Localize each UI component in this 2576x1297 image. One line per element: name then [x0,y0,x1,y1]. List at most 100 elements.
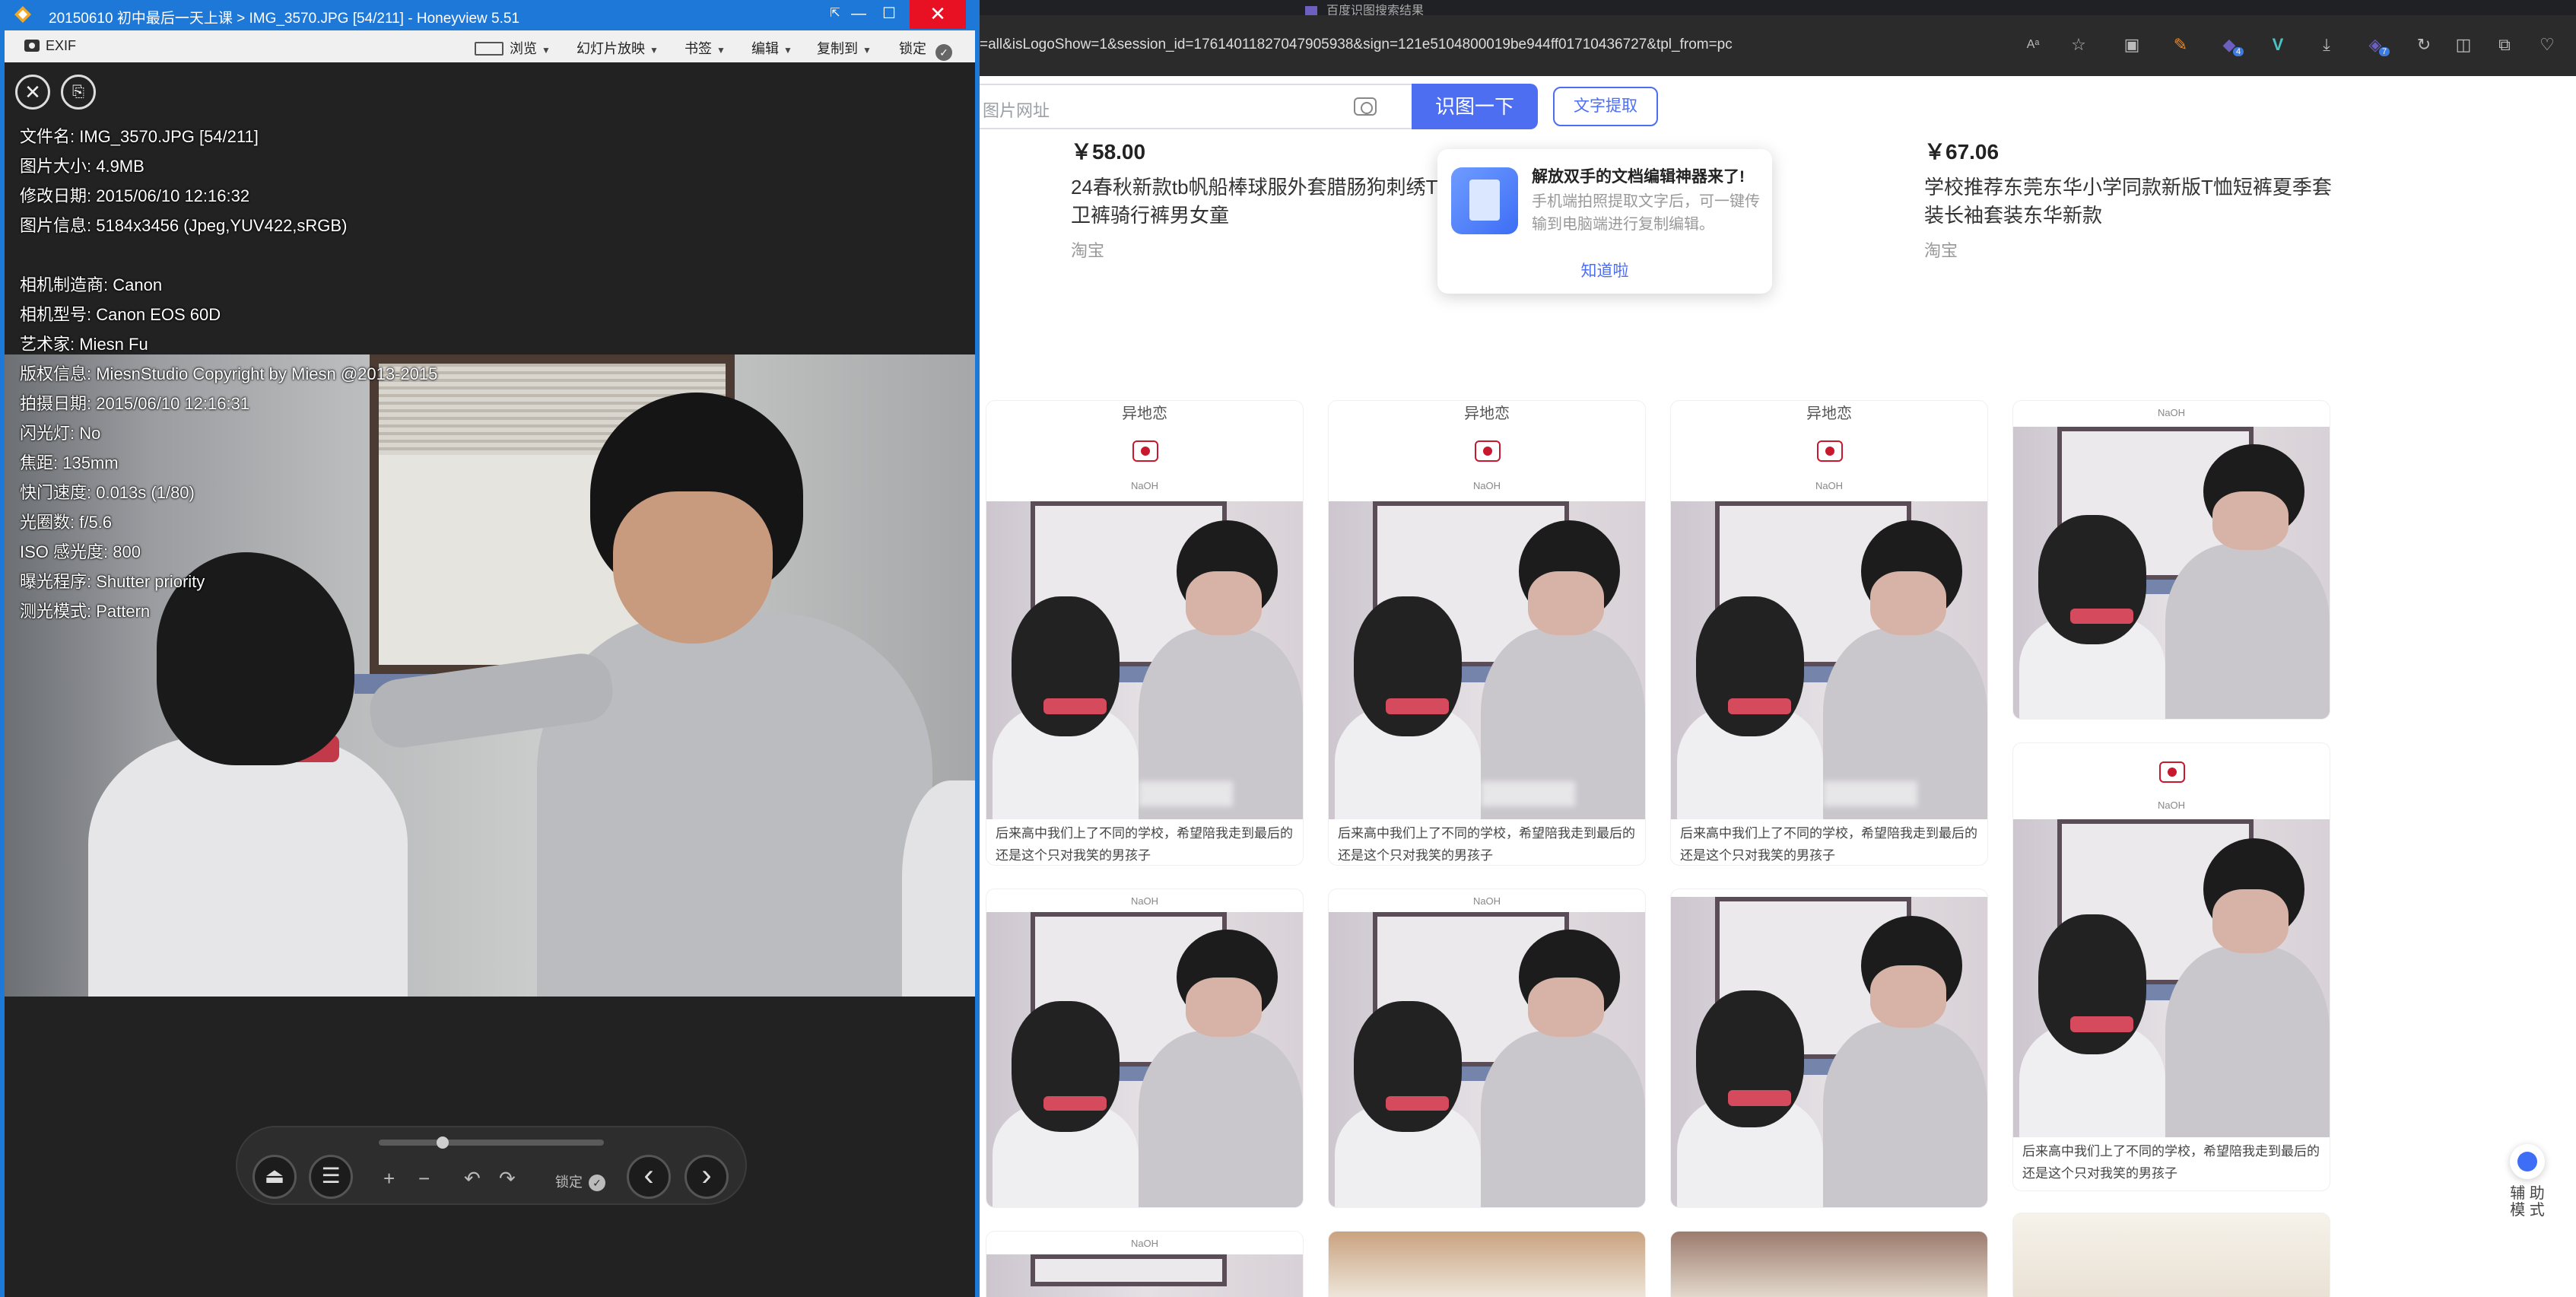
collections-icon[interactable]: ⧉ [2493,33,2516,56]
result-card[interactable]: 异地恋 NaOH 后来高中我们上了不同的学校，希望陪我走到最后的还是这个只对我笑… [986,400,1304,866]
image-viewport[interactable]: ✕ ⎘ 文件名: IMG_3570.JPG [54/211] 图片大小: 4.9… [5,62,975,1297]
lock-toggle[interactable]: 锁定 ✓ [555,1171,605,1191]
close-button[interactable]: ✕ [910,0,966,29]
exif-focal-length: 焦距: 135mm [20,453,119,472]
photo-girl [88,735,408,997]
exif-modified: 修改日期: 2015/06/10 12:16:32 [20,186,250,205]
copy-icon[interactable]: ⎘ [61,75,96,110]
card-image [2013,819,2330,1137]
prev-button[interactable]: ‹ [627,1155,671,1199]
result-card[interactable] [1328,1231,1646,1297]
assist-label-line2: 模 式 [2510,1202,2545,1219]
zoom-out-button[interactable]: − [418,1167,430,1191]
exif-image-info: 图片信息: 5184x3456 (Jpeg,YUV422,sRGB) [20,216,348,235]
menu-bookmark-label: 书签 [684,41,712,56]
extension-1-icon[interactable]: ▣ [2120,33,2143,56]
eject-button[interactable]: ⏏ [253,1155,297,1199]
favorite-star-icon[interactable]: ☆ [2067,33,2090,56]
menu-slideshow[interactable]: 幻灯片放映 ▼ [577,38,659,58]
close-icon[interactable]: ✕ [15,75,50,110]
menu-edit[interactable]: 编辑 ▼ [751,38,792,58]
result-card[interactable]: NaOH [986,889,1304,1208]
card-image [1329,501,1645,819]
menu-copy-to[interactable]: 复制到 ▼ [817,38,872,58]
split-screen-icon[interactable]: ◫ [2452,33,2475,56]
product-name[interactable]: 学校推荐东莞东华小学同款新版T恤短裤夏季套装长袖套装东华新款 [1924,173,2350,230]
product-item[interactable]: ￥67.06 学校推荐东莞东华小学同款新版T恤短裤夏季套装长袖套装东华新款 淘宝 [1924,135,2350,262]
card-image [986,912,1303,1207]
chevron-down-icon: ▼ [650,45,659,56]
result-card[interactable] [1670,1231,1988,1297]
exif-shutter: 快门速度: 0.013s (1/80) [20,483,195,502]
feature-popup: 解放双手的文档编辑神器来了! 手机端拍照提取文字后，可一键传输到电脑端进行复制编… [1437,149,1772,294]
product-name[interactable]: 24春秋新款tb帆船棒球服外套腊肠狗刺绣T恤袋卫裤骑行裤男女童 [1071,173,1497,230]
exif-date-taken: 拍摄日期: 2015/06/10 12:16:31 [20,394,250,413]
result-card[interactable]: NaOH [986,1231,1304,1297]
menu-bookmark[interactable]: 书签 ▼ [684,38,726,58]
exif-file-size: 图片大小: 4.9MB [20,157,145,176]
search-button[interactable]: 识图一下 [1412,84,1538,129]
result-card[interactable]: 异地恋 NaOH 后来高中我们上了不同的学校，希望陪我走到最后的还是这个只对我笑… [1670,400,1988,866]
maximize-button[interactable]: ☐ [875,0,904,29]
card-image [1329,912,1645,1207]
zoom-in-button[interactable]: + [383,1167,395,1191]
menu-lock[interactable]: 锁定 ✓ [899,38,952,61]
popup-ok-button[interactable]: 知道啦 [1437,259,1772,281]
minimize-button[interactable]: — [844,0,873,29]
card-image [986,1254,1303,1297]
menu-lock-label: 锁定 [899,41,926,56]
card-watermark: NaOH [1130,1238,1159,1249]
card-title: 异地恋 [1122,405,1167,422]
hello-kitty-icon [1475,440,1501,462]
window-title: 20150610 初中最后一天上课 > IMG_3570.JPG [54/211… [49,11,520,27]
exif-aperture: 光圈数: f/5.6 [20,513,113,532]
card-caption: 后来高中我们上了不同的学校，希望陪我走到最后的还是这个只对我笑的男孩子 [1338,826,1635,863]
next-button[interactable]: › [684,1155,729,1199]
lock-label: 锁定 [555,1175,583,1190]
card-image [986,501,1303,819]
extension-4-icon[interactable]: V [2266,33,2289,56]
page-slider[interactable] [379,1136,604,1149]
menu-browse[interactable]: 浏览 ▼ [475,38,551,58]
assist-mode-button[interactable]: 辅 助 模 式 [2493,1136,2562,1228]
exif-file-name: 文件名: IMG_3570.JPG [54/211] [20,127,259,146]
card-watermark: NaOH [1472,895,1501,907]
result-card[interactable] [1670,889,1988,1208]
address-bar: =all&isLogoShow=1&session_id=17614011827… [980,15,2576,76]
menu-copy-to-label: 复制到 [817,41,858,56]
result-card[interactable]: NaOH [2012,400,2330,720]
result-card[interactable]: NaOH [1328,889,1646,1208]
exif-toggle[interactable]: EXIF [24,38,76,54]
card-watermark: NaOH [2157,799,2186,811]
document-icon [1451,167,1518,234]
url-text[interactable]: =all&isLogoShow=1&session_id=17614011827… [980,37,1733,53]
honeyview-window: 20150610 初中最后一天上课 > IMG_3570.JPG [54/211… [0,0,980,1297]
rotate-left-button[interactable]: ↶ [464,1167,481,1191]
menu-slideshow-label: 幻灯片放映 [577,41,645,56]
extension-2-icon[interactable]: ✎ [2169,33,2192,56]
extension-3-badge: 4 [2233,47,2244,56]
result-card[interactable]: 异地恋 NaOH 后来高中我们上了不同的学校，希望陪我走到最后的还是这个只对我笑… [1328,400,1646,866]
exif-copyright: 版权信息: MiesnStudio Copyright by Miesn @20… [20,364,438,383]
text-extract-button[interactable]: 文字提取 [1553,87,1658,126]
refresh-icon[interactable]: ↻ [2412,33,2435,56]
honeyview-titlebar[interactable]: 20150610 初中最后一天上课 > IMG_3570.JPG [54/211… [0,0,980,30]
camera-icon[interactable] [1354,97,1377,116]
browser-essentials-icon[interactable]: ♡ [2536,33,2559,56]
exif-panel: 文件名: IMG_3570.JPG [54/211] 图片大小: 4.9MB 修… [20,122,437,626]
product-shop: 淘宝 [1071,241,1105,260]
image-url-input[interactable]: 图片网址 [980,84,1413,129]
list-button[interactable]: ☰ [309,1155,353,1199]
read-aloud-icon[interactable]: Aᵃ [2022,33,2044,56]
card-watermark: NaOH [1472,480,1501,491]
rotate-right-button[interactable]: ↷ [499,1167,516,1191]
exif-label: EXIF [46,38,77,53]
slider-knob[interactable] [436,1136,449,1149]
product-item[interactable]: ￥58.00 24春秋新款tb帆船棒球服外套腊肠狗刺绣T恤袋卫裤骑行裤男女童 淘… [1071,135,1497,262]
extension-5-icon[interactable]: ⤓ [2315,33,2338,56]
hello-kitty-icon [1817,440,1843,462]
check-icon: ✓ [935,44,952,61]
result-card[interactable] [2012,1213,2330,1297]
result-card[interactable]: NaOH 后来高中我们上了不同的学校，希望陪我走到最后的还是这个只对我笑的男孩子 [2012,742,2330,1191]
chevron-down-icon: ▼ [862,45,872,56]
